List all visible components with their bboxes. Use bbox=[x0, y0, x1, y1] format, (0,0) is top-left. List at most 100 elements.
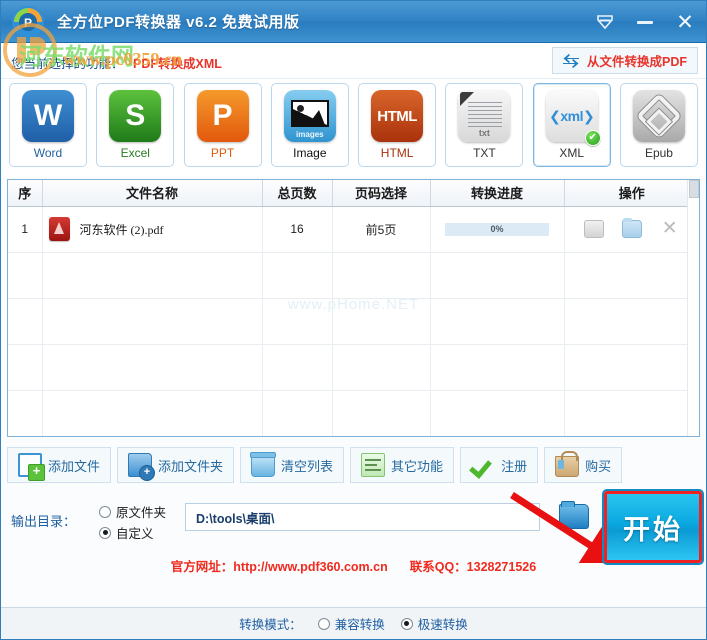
svg-text:P: P bbox=[24, 16, 32, 30]
close-icon: ✕ bbox=[676, 10, 694, 34]
current-function-value: PDF转换成XML bbox=[133, 57, 222, 71]
shopping-bag-icon bbox=[555, 451, 580, 477]
format-label-epub: Epub bbox=[644, 146, 673, 160]
radio-custom-folder[interactable] bbox=[99, 526, 111, 539]
conversion-mode-bar: 转换模式： 兼容转换 极速转换 bbox=[1, 607, 706, 639]
other-functions-button[interactable]: 其它功能 bbox=[350, 447, 455, 483]
pdf-file-icon bbox=[48, 217, 70, 241]
table-row[interactable]: 1 河东软件 (2).pdf 16 前5页 0% ✕ bbox=[8, 206, 699, 253]
mode-option-fast[interactable]: 极速转换 bbox=[400, 614, 468, 633]
official-website-text[interactable]: 官方网址：http://www.pdf360.com.cn bbox=[171, 556, 388, 575]
current-function-label: 您当前选择的功能： bbox=[11, 57, 124, 71]
add-file-button[interactable]: 添加文件 bbox=[7, 447, 112, 483]
format-selector: W Word S Excel P PPT images Image HTML H… bbox=[1, 79, 706, 177]
other-functions-label: 其它功能 bbox=[391, 458, 444, 474]
file-list-table: 序 文件名称 总页数 页码选择 转换进度 操作 1 河东软件 (2).pdf 1… bbox=[8, 180, 699, 436]
cell-operations: ✕ bbox=[564, 206, 699, 253]
xml-tile-text: ❮xml❯ bbox=[549, 107, 595, 124]
format-label-ppt: PPT bbox=[210, 146, 235, 160]
add-folder-label: 添加文件夹 bbox=[158, 458, 224, 474]
trash-icon bbox=[250, 452, 277, 477]
footer-links: 官方网址：http://www.pdf360.com.cn 联系QQ：13282… bbox=[1, 553, 706, 577]
cell-progress: 0% bbox=[430, 206, 565, 253]
conversion-mode-label: 转换模式： bbox=[239, 618, 302, 632]
contact-qq-text: 联系QQ：1328271526 bbox=[409, 559, 537, 574]
epub-icon bbox=[632, 90, 685, 142]
close-button[interactable]: ✕ bbox=[672, 9, 698, 35]
add-file-icon bbox=[18, 453, 45, 481]
skin-chevron-icon[interactable] bbox=[592, 9, 618, 35]
convert-to-pdf-label: 从文件转换成PDF bbox=[586, 55, 687, 69]
folder-icon[interactable] bbox=[621, 218, 642, 238]
delete-x-icon[interactable]: ✕ bbox=[660, 219, 680, 238]
ppt-icon: P bbox=[196, 90, 249, 142]
minimize-icon bbox=[637, 20, 653, 24]
scrollbar-thumb[interactable] bbox=[689, 180, 699, 198]
html-tile-text: HTML bbox=[377, 107, 417, 125]
col-header-index[interactable]: 序 bbox=[8, 180, 43, 207]
browse-folder-icon[interactable] bbox=[559, 501, 589, 529]
col-header-page-select[interactable]: 页码选择 bbox=[332, 180, 431, 207]
format-card-txt[interactable]: txt TXT bbox=[445, 83, 524, 167]
cell-total-pages: 16 bbox=[262, 206, 333, 253]
table-row-empty bbox=[8, 298, 699, 345]
col-header-filename[interactable]: 文件名称 bbox=[42, 180, 263, 207]
cell-index: 1 bbox=[8, 206, 43, 253]
radio-fast-mode[interactable] bbox=[400, 617, 413, 630]
filename-text: 河东软件 (2).pdf bbox=[79, 222, 164, 237]
progress-bar: 0% bbox=[445, 222, 549, 236]
format-label-excel: Excel bbox=[120, 146, 150, 160]
check-icon bbox=[471, 453, 495, 477]
output-option-custom-label: 自定义 bbox=[116, 527, 154, 541]
col-header-progress[interactable]: 转换进度 bbox=[430, 180, 565, 207]
output-mode-group: 原文件夹 自定义 bbox=[99, 501, 166, 543]
image-tile-caption: images bbox=[296, 130, 324, 139]
output-option-custom[interactable]: 自定义 bbox=[99, 522, 166, 543]
format-card-html[interactable]: HTML HTML bbox=[358, 83, 437, 167]
register-button[interactable]: 注册 bbox=[460, 447, 539, 483]
register-label: 注册 bbox=[501, 458, 528, 474]
col-header-operation[interactable]: 操作 bbox=[564, 180, 699, 207]
html-icon: HTML bbox=[371, 90, 424, 142]
window-controls: ✕ bbox=[592, 1, 698, 42]
word-icon: W bbox=[22, 90, 74, 142]
radio-compatible-mode[interactable] bbox=[317, 617, 330, 630]
action-button-bar: 添加文件 添加文件夹 清空列表 其它功能 注册 购买 bbox=[7, 445, 700, 485]
add-folder-button[interactable]: 添加文件夹 bbox=[117, 447, 235, 483]
format-card-excel[interactable]: S Excel bbox=[96, 83, 175, 167]
function-header: 您当前选择的功能： PDF转换成XML 从文件转换成PDF bbox=[1, 43, 706, 79]
start-button-label: 开始 bbox=[623, 514, 683, 545]
clear-list-button[interactable]: 清空列表 bbox=[240, 447, 345, 483]
file-list-panel: www.pHome.NET 序 文件名称 总页数 页码选择 转换进度 操作 1 bbox=[7, 179, 700, 437]
table-row-empty bbox=[8, 252, 699, 299]
table-header-row: 序 文件名称 总页数 页码选择 转换进度 操作 bbox=[8, 180, 699, 207]
format-card-epub[interactable]: Epub bbox=[619, 83, 698, 167]
mode-option-fast-label: 极速转换 bbox=[417, 618, 468, 632]
selected-check-icon: ✔ bbox=[584, 130, 601, 146]
vertical-scrollbar[interactable] bbox=[687, 180, 699, 436]
format-label-txt: TXT bbox=[473, 146, 496, 160]
output-directory-label: 输出目录： bbox=[11, 514, 77, 529]
output-directory-row: 输出目录： 原文件夹 自定义 D:\tools\桌面\ 开始 bbox=[7, 491, 702, 563]
app-logo-icon: P bbox=[12, 6, 44, 38]
radio-original-folder[interactable] bbox=[99, 505, 111, 518]
format-card-image[interactable]: images Image bbox=[270, 83, 349, 167]
convert-to-pdf-button[interactable]: 从文件转换成PDF bbox=[551, 47, 698, 74]
image-icon: images bbox=[283, 90, 336, 142]
format-card-xml[interactable]: ❮xml❯ ✔ XML bbox=[532, 83, 611, 167]
format-card-word[interactable]: W Word bbox=[9, 83, 87, 167]
txt-icon: txt bbox=[458, 90, 511, 142]
output-path-input[interactable]: D:\tools\桌面\ bbox=[185, 503, 540, 531]
application-window: P 全方位PDF转换器 v6.2 免费试用版 ✕ 您当前选择的功能： PDF转换… bbox=[0, 0, 707, 640]
add-file-label: 添加文件 bbox=[48, 458, 101, 474]
col-header-total-pages[interactable]: 总页数 bbox=[262, 180, 333, 207]
table-row-empty bbox=[8, 390, 699, 436]
title-bar: P 全方位PDF转换器 v6.2 免费试用版 ✕ bbox=[1, 1, 706, 43]
format-card-ppt[interactable]: P PPT bbox=[183, 83, 262, 167]
minimize-button[interactable] bbox=[632, 9, 658, 35]
output-option-original[interactable]: 原文件夹 bbox=[99, 501, 166, 522]
cell-page-select[interactable]: 前5页 bbox=[332, 206, 431, 253]
mode-option-compatible[interactable]: 兼容转换 bbox=[317, 614, 385, 633]
buy-button[interactable]: 购买 bbox=[544, 447, 623, 483]
mail-icon[interactable] bbox=[583, 220, 604, 238]
